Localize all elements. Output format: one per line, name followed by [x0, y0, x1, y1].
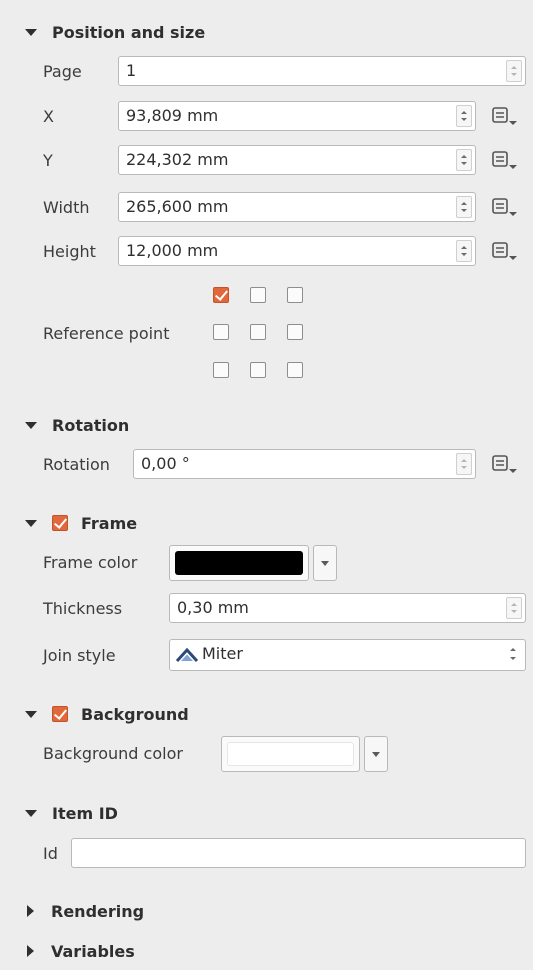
spin-arrows-icon[interactable] [456, 105, 472, 127]
page-spinbox[interactable]: 1 [118, 56, 526, 86]
reference-point-bottom-right-checkbox[interactable] [287, 362, 303, 378]
frame-color-swatch [175, 551, 303, 575]
background-color-button[interactable] [221, 736, 360, 772]
spin-arrows-icon[interactable] [456, 453, 472, 475]
y-label: Y [43, 151, 53, 170]
section-title: Item ID [52, 803, 118, 823]
join-style-combobox[interactable]: Miter [169, 639, 526, 671]
section-title: Variables [51, 941, 135, 961]
section-title: Position and size [52, 22, 206, 42]
section-title: Background [81, 704, 189, 724]
section-rotation-header[interactable]: Rotation [24, 414, 129, 436]
reference-point-bottom-center-checkbox[interactable] [250, 362, 266, 378]
section-background-header[interactable]: Background [24, 703, 189, 725]
section-item-id-header[interactable]: Item ID [24, 802, 118, 824]
join-style-value: Miter [202, 644, 243, 663]
id-label: Id [43, 844, 58, 863]
reference-point-middle-left-checkbox[interactable] [213, 324, 229, 340]
width-label: Width [43, 198, 90, 217]
combo-arrows-icon [506, 643, 522, 665]
reference-point-bottom-left-checkbox[interactable] [213, 362, 229, 378]
background-enabled-checkbox[interactable] [52, 706, 68, 722]
triangle-down-icon [25, 421, 37, 429]
page-label: Page [43, 62, 82, 81]
reference-point-label: Reference point [43, 324, 170, 343]
triangle-down-icon [25, 809, 37, 817]
join-style-label: Join style [43, 646, 116, 665]
thickness-label: Thickness [43, 599, 123, 618]
background-color-swatch [227, 742, 354, 766]
background-color-dropdown-button[interactable] [364, 736, 388, 772]
data-defined-override-icon[interactable] [490, 453, 518, 475]
x-label: X [43, 107, 54, 126]
y-value: 224,302 mm [126, 150, 229, 169]
spin-arrows-icon[interactable] [456, 149, 472, 171]
background-color-label: Background color [43, 744, 183, 763]
spin-arrows-icon[interactable] [506, 597, 522, 619]
spin-arrows-icon[interactable] [506, 60, 522, 82]
section-variables-header[interactable]: Variables [24, 940, 135, 962]
section-title: Rendering [51, 901, 145, 921]
page-value: 1 [126, 61, 137, 80]
id-input[interactable] [71, 838, 526, 868]
data-defined-override-icon[interactable] [490, 105, 518, 127]
reference-point-middle-center-checkbox[interactable] [250, 324, 266, 340]
y-spinbox[interactable]: 224,302 mm [118, 145, 476, 175]
reference-point-middle-right-checkbox[interactable] [287, 324, 303, 340]
height-spinbox[interactable]: 12,000 mm [118, 236, 476, 266]
section-title: Rotation [52, 415, 130, 435]
triangle-down-icon [25, 519, 37, 527]
reference-point-top-center-checkbox[interactable] [250, 287, 266, 303]
spin-arrows-icon[interactable] [456, 196, 472, 218]
rotation-label: Rotation [43, 455, 110, 474]
miter-join-icon [176, 648, 198, 662]
frame-color-label: Frame color [43, 553, 138, 572]
triangle-right-icon [27, 905, 34, 917]
data-defined-override-icon[interactable] [490, 196, 518, 218]
thickness-value: 0,30 mm [177, 598, 249, 617]
frame-enabled-checkbox[interactable] [52, 515, 68, 531]
section-title: Frame [81, 513, 138, 533]
x-value: 93,809 mm [126, 106, 219, 125]
rotation-value: 0,00 ° [141, 454, 190, 473]
section-frame-header[interactable]: Frame [24, 512, 137, 534]
triangle-down-icon [25, 28, 37, 36]
section-position-and-size-header[interactable]: Position and size [24, 21, 205, 43]
thickness-spinbox[interactable]: 0,30 mm [169, 593, 526, 623]
frame-color-button[interactable] [169, 545, 309, 581]
triangle-right-icon [27, 945, 34, 957]
data-defined-override-icon[interactable] [490, 149, 518, 171]
height-label: Height [43, 242, 96, 261]
x-spinbox[interactable]: 93,809 mm [118, 101, 476, 131]
reference-point-top-left-checkbox[interactable] [213, 287, 229, 303]
section-rendering-header[interactable]: Rendering [24, 900, 144, 922]
width-spinbox[interactable]: 265,600 mm [118, 192, 476, 222]
reference-point-top-right-checkbox[interactable] [287, 287, 303, 303]
frame-color-dropdown-button[interactable] [313, 545, 337, 581]
rotation-spinbox[interactable]: 0,00 ° [133, 449, 476, 479]
data-defined-override-icon[interactable] [490, 240, 518, 262]
height-value: 12,000 mm [126, 241, 219, 260]
width-value: 265,600 mm [126, 197, 229, 216]
triangle-down-icon [25, 710, 37, 718]
item-properties-panel: Position and size Page 1 X 93,809 mm Y 2… [0, 0, 533, 970]
spin-arrows-icon[interactable] [456, 240, 472, 262]
